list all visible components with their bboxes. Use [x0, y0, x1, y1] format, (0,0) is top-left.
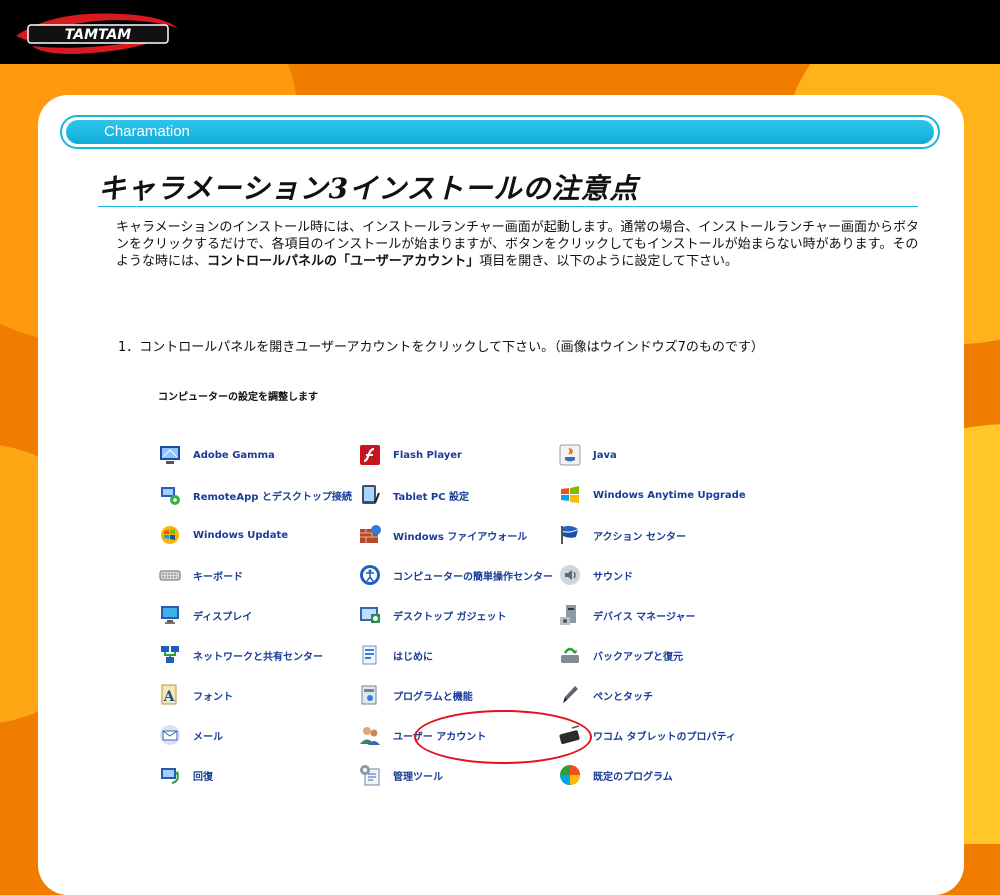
tamtam-logo[interactable]: TAMTAM — [12, 6, 182, 56]
control-panel-item-label: 既定のプログラム — [593, 771, 673, 783]
control-panel-item[interactable]: Windows Update — [158, 521, 288, 549]
control-panel-item-label: 回復 — [193, 771, 213, 783]
control-panel-item[interactable]: 管理ツール — [358, 761, 443, 789]
mail-icon — [158, 723, 182, 747]
top-bar: TAMTAM — [0, 0, 1000, 64]
control-panel-item[interactable]: Adobe Gamma — [158, 441, 275, 469]
control-panel-item[interactable]: アクション センター — [558, 521, 686, 549]
control-panel-item[interactable]: Tablet PC 設定 — [358, 481, 469, 509]
section-header: Charamation — [60, 115, 940, 149]
control-panel-item[interactable]: キーボード — [158, 561, 243, 589]
monitor-icon — [158, 443, 182, 467]
flag-icon — [558, 523, 582, 547]
device-manager-icon — [558, 603, 582, 627]
control-panel-item[interactable]: Windows Anytime Upgrade — [558, 481, 746, 509]
control-panel-item[interactable]: デバイス マネージャー — [558, 601, 695, 629]
svg-text:A: A — [163, 689, 176, 705]
control-panel-item-label: メール — [193, 731, 223, 743]
intro-paragraph: キャラメーションのインストール時には、インストールランチャー画面が起動します。通… — [116, 219, 926, 270]
control-panel-item-label: Java — [593, 449, 617, 461]
content-card: Charamation キャラメーション3インストールの注意点 キャラメーション… — [38, 95, 964, 895]
update-icon — [158, 523, 182, 547]
control-panel-item-label: キーボード — [193, 571, 243, 583]
control-panel-item-label: フォント — [193, 691, 233, 703]
firewall-icon — [358, 523, 382, 547]
accessibility-icon — [358, 563, 382, 587]
control-panel-item[interactable]: ディスプレイ — [158, 601, 252, 629]
control-panel-item-label: コンピューターの簡単操作センター — [393, 571, 553, 583]
user-accounts-icon — [358, 723, 382, 747]
control-panel-item-label: デバイス マネージャー — [593, 611, 696, 623]
control-panel-item[interactable]: RemoteApp とデスクトップ接続 — [158, 481, 352, 509]
control-panel-item[interactable]: デスクトップ ガジェット — [358, 601, 506, 629]
control-panel-item[interactable]: サウンド — [558, 561, 633, 589]
control-panel-item-label: サウンド — [593, 571, 633, 583]
control-panel-item-label: Adobe Gamma — [193, 449, 275, 461]
control-panel-item-label: バックアップと復元 — [593, 651, 683, 663]
control-panel-screenshot: コンピューターの設定を調整します Adobe Gamma Flash Player… — [116, 375, 876, 805]
highlight-circle — [414, 710, 592, 764]
control-panel-item-label: Tablet PC 設定 — [393, 491, 470, 503]
control-panel-item[interactable]: バックアップと復元 — [558, 641, 683, 669]
keyboard-icon — [158, 563, 182, 587]
remote-icon — [158, 483, 182, 507]
control-panel-item-label: Flash Player — [393, 449, 462, 461]
section-label: Charamation — [104, 123, 190, 140]
control-panel-item-label: はじめに — [393, 651, 433, 663]
display-icon — [158, 603, 182, 627]
control-panel-item-label: 管理ツール — [393, 771, 443, 783]
control-panel-item[interactable]: ペンとタッチ — [558, 681, 653, 709]
flash-icon — [358, 443, 382, 467]
control-panel-item-label: Windows Update — [193, 529, 289, 541]
page-title: キャラメーション3インストールの注意点 — [98, 172, 639, 205]
control-panel-item[interactable]: 回復 — [158, 761, 213, 789]
svg-text:TAMTAM: TAMTAM — [65, 27, 132, 43]
windows-flag-icon — [558, 483, 582, 507]
control-panel-item[interactable]: プログラムと機能 — [358, 681, 473, 709]
control-panel-item-label: ネットワークと共有センター — [193, 651, 323, 663]
control-panel-heading: コンピューターの設定を調整します — [158, 392, 318, 403]
recovery-icon — [158, 763, 182, 787]
control-panel-item[interactable]: はじめに — [358, 641, 433, 669]
control-panel-item[interactable]: コンピューターの簡単操作センター — [358, 561, 553, 589]
control-panel-item-label: ペンとタッチ — [593, 691, 653, 703]
control-panel-item[interactable]: Windows ファイアウォール — [358, 521, 527, 549]
control-panel-item[interactable]: 既定のプログラム — [558, 761, 673, 789]
control-panel-item-label: プログラムと機能 — [393, 691, 473, 703]
intro-emphasis: コントロールパネルの「ユーザーアカウント」 — [207, 254, 480, 269]
control-panel-item[interactable]: Java — [558, 441, 617, 469]
control-panel-item-label: アクション センター — [593, 531, 686, 543]
title-divider — [98, 206, 918, 207]
programs-icon — [358, 683, 382, 707]
control-panel-item-label: ワコム タブレットのプロパティ — [593, 731, 736, 743]
java-icon — [558, 443, 582, 467]
control-panel-item[interactable]: ネットワークと共有センター — [158, 641, 323, 669]
control-panel-item-label: ディスプレイ — [193, 611, 253, 623]
speaker-icon — [558, 563, 582, 587]
default-programs-icon — [558, 763, 582, 787]
control-panel-item-label: RemoteApp とデスクトップ接続 — [193, 491, 352, 503]
pen-icon — [558, 683, 582, 707]
admin-tools-icon — [358, 763, 382, 787]
gadget-icon — [358, 603, 382, 627]
backup-icon — [558, 643, 582, 667]
control-panel-item-label: Windows Anytime Upgrade — [593, 489, 746, 501]
control-panel-item[interactable]: Flash Player — [358, 441, 462, 469]
intro-text-end: 項目を開き、以下のように設定して下さい。 — [479, 254, 738, 269]
control-panel-item[interactable]: A フォント — [158, 681, 233, 709]
control-panel-item-label: Windows ファイアウォール — [393, 531, 528, 543]
network-icon — [158, 643, 182, 667]
tablet-icon — [358, 483, 382, 507]
control-panel-item-label: デスクトップ ガジェット — [393, 611, 507, 623]
step-1-instruction: 1．コントロールパネルを開きユーザーアカウントをクリックして下さい。（画像はウイ… — [118, 340, 764, 355]
control-panel-item[interactable]: メール — [158, 721, 223, 749]
getting-started-icon — [358, 643, 382, 667]
font-icon: A — [158, 683, 182, 707]
